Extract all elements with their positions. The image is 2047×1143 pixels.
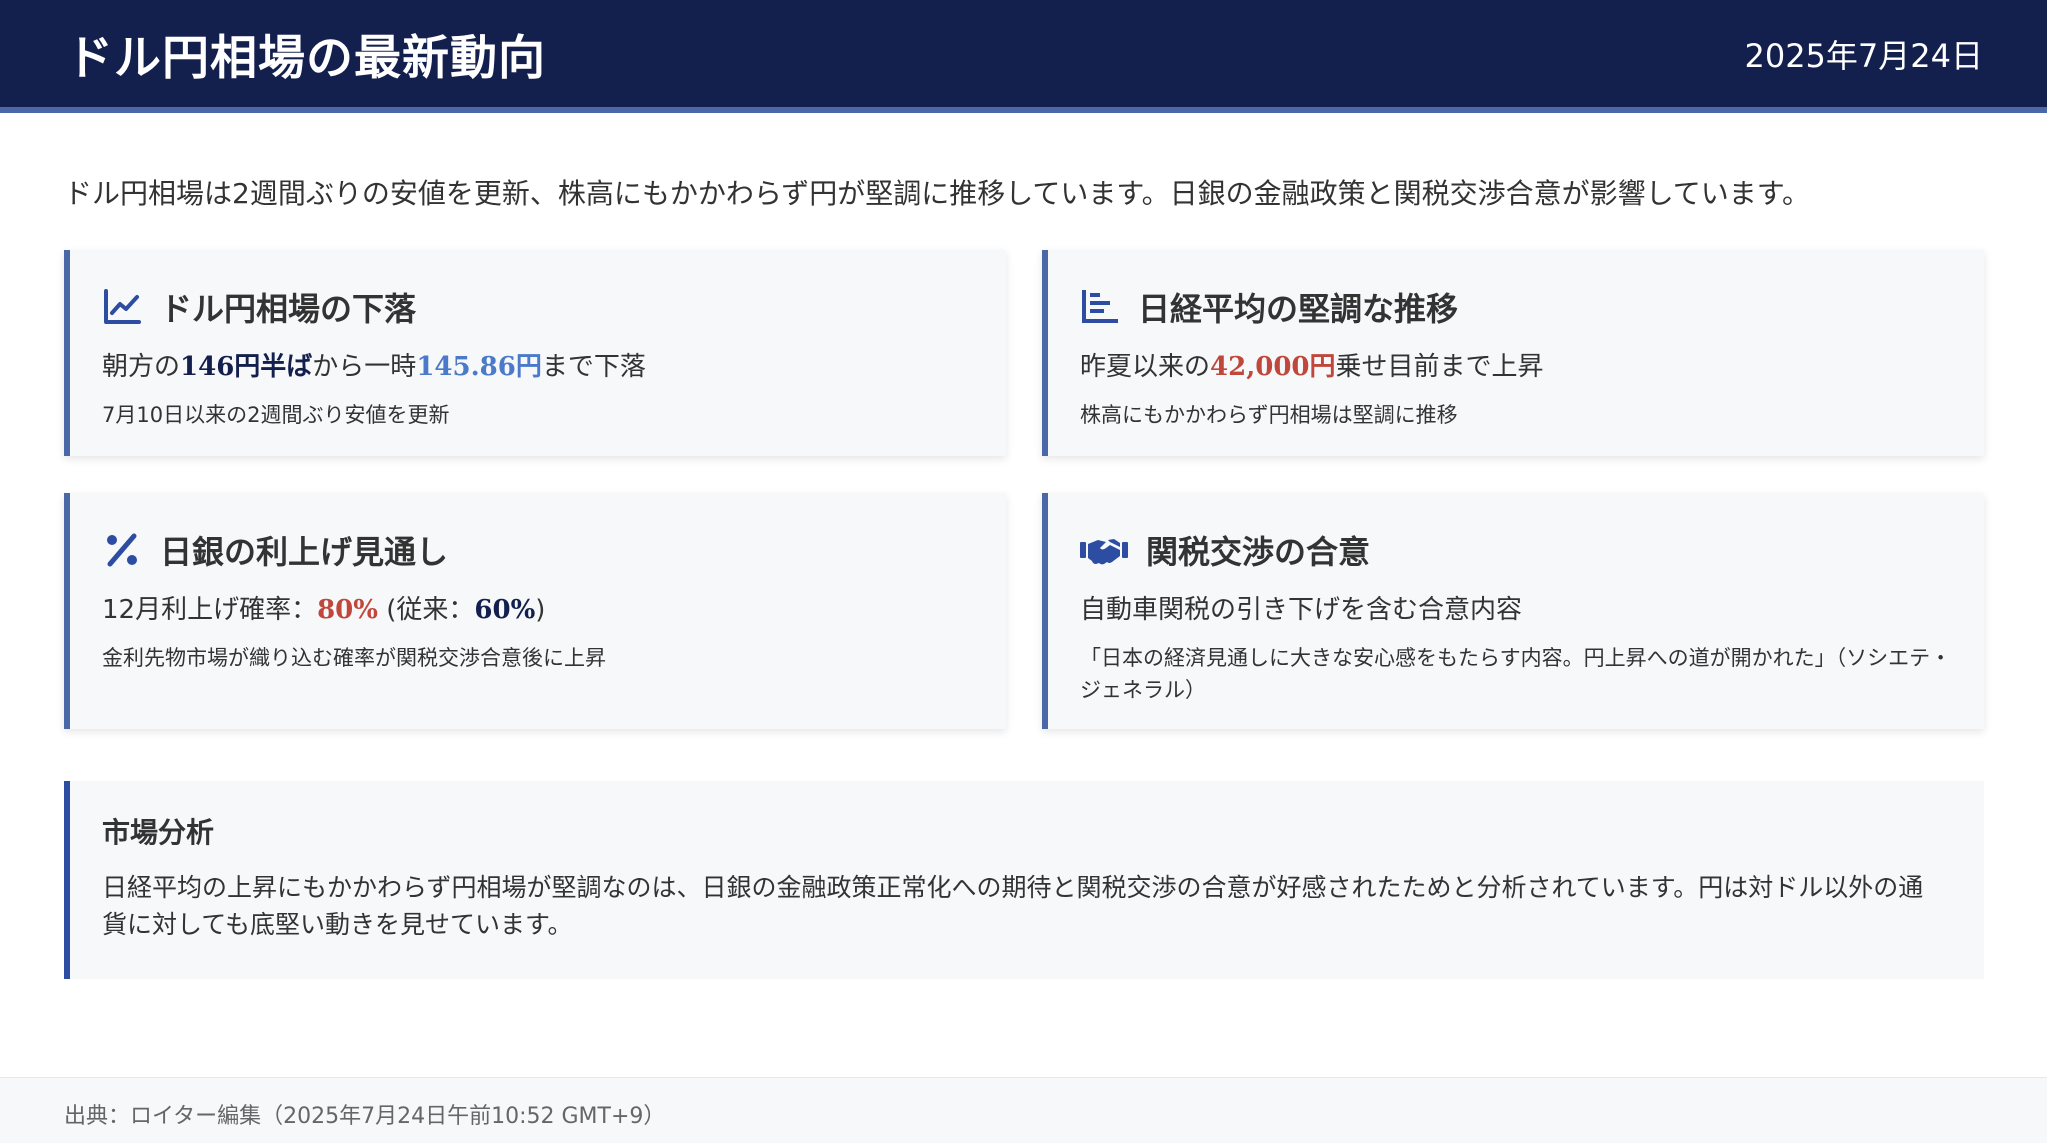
- market-analysis-box: 市場分析 日経平均の上昇にもかかわらず円相場が堅調なのは、日銀の金融政策正常化へ…: [64, 781, 1984, 979]
- card-header: 日経平均の堅調な推移: [1080, 282, 1954, 332]
- page-header: ドル円相場の最新動向 2025年7月24日: [0, 0, 2047, 113]
- card-usdjpy-decline: ドル円相場の下落 朝方の146円半ばから一時145.86円まで下落 7月10日以…: [64, 250, 1006, 456]
- value-nikkei-level: 42,000円: [1210, 352, 1336, 382]
- text-segment: 昨夏以来の: [1080, 352, 1211, 382]
- card-sub-text: 株高にもかかわらず円相場は堅調に推移: [1080, 403, 1458, 427]
- analysis-text: 日経平均の上昇にもかかわらず円相場が堅調なのは、日銀の金融政策正常化への期待と関…: [102, 873, 1924, 939]
- card-title: 日経平均の堅調な推移: [1138, 290, 1459, 328]
- card-main-text: 昨夏以来の42,000円乗せ目前まで上昇: [1080, 346, 1954, 383]
- value-low-rate: 145.86円: [416, 352, 542, 382]
- card-sub-text: 「日本の経済見通しに大きな安心感をもたらす内容。円上昇への道が開かれた」（ソシエ…: [1080, 646, 1952, 702]
- card-sub-text: 金利先物市場が織り込む確率が関税交渉合意後に上昇: [102, 646, 606, 670]
- card-header: ドル円相場の下落: [102, 282, 976, 332]
- chart-line-icon: [102, 287, 142, 327]
- bars-chart-icon: [1080, 287, 1120, 327]
- card-main-text: 朝方の146円半ばから一時145.86円まで下落: [102, 346, 976, 383]
- card-main-text: 自動車関税の引き下げを含む合意内容: [1080, 589, 1954, 626]
- source-footer: 出典：ロイター編集（2025年7月24日午前10:52 GMT+9）: [0, 1077, 2047, 1143]
- card-header: 日銀の利上げ見通し: [102, 525, 976, 575]
- text-segment: から一時: [312, 352, 417, 382]
- text-segment: 朝方の: [102, 352, 181, 382]
- text-segment: 12月利上げ確率：: [102, 595, 318, 625]
- text-segment: 自動車関税の引き下げを含む合意内容: [1080, 595, 1523, 625]
- card-main-text: 12月利上げ確率：80% (従来：60%): [102, 589, 976, 626]
- page-title: ドル円相場の最新動向: [66, 31, 546, 86]
- card-title: ドル円相場の下落: [160, 290, 417, 328]
- card-title: 日銀の利上げ見通し: [160, 533, 449, 571]
- header-date: 2025年7月24日: [1744, 36, 1983, 75]
- card-title: 関税交渉の合意: [1146, 533, 1371, 571]
- card-tariff-agreement: 関税交渉の合意 自動車関税の引き下げを含む合意内容 「日本の経済見通しに大きな安…: [1042, 493, 1984, 729]
- value-morning-rate: 146円半ば: [180, 352, 313, 382]
- card-header: 関税交渉の合意: [1080, 525, 1954, 575]
- handshake-icon: [1080, 530, 1128, 570]
- percent-icon: [102, 530, 142, 570]
- card-nikkei-trend: 日経平均の堅調な推移 昨夏以来の42,000円乗せ目前まで上昇 株高にもかかわら…: [1042, 250, 1984, 456]
- text-segment: まで下落: [541, 352, 646, 382]
- text-segment: 乗せ目前まで上昇: [1335, 352, 1544, 382]
- analysis-title: 市場分析: [102, 816, 215, 849]
- value-previous-probability: 60%: [474, 595, 536, 625]
- text-segment: ): [535, 595, 546, 625]
- intro-text: ドル円相場は2週間ぶりの安値を更新、株高にもかかわらず円が堅調に推移しています。…: [64, 177, 1810, 210]
- card-boj-outlook: 日銀の利上げ見通し 12月利上げ確率：80% (従来：60%) 金利先物市場が織…: [64, 493, 1006, 729]
- value-hike-probability: 80%: [317, 595, 378, 625]
- card-sub-text: 7月10日以来の2週間ぶり安値を更新: [102, 403, 450, 427]
- text-segment: (従来：: [377, 595, 475, 625]
